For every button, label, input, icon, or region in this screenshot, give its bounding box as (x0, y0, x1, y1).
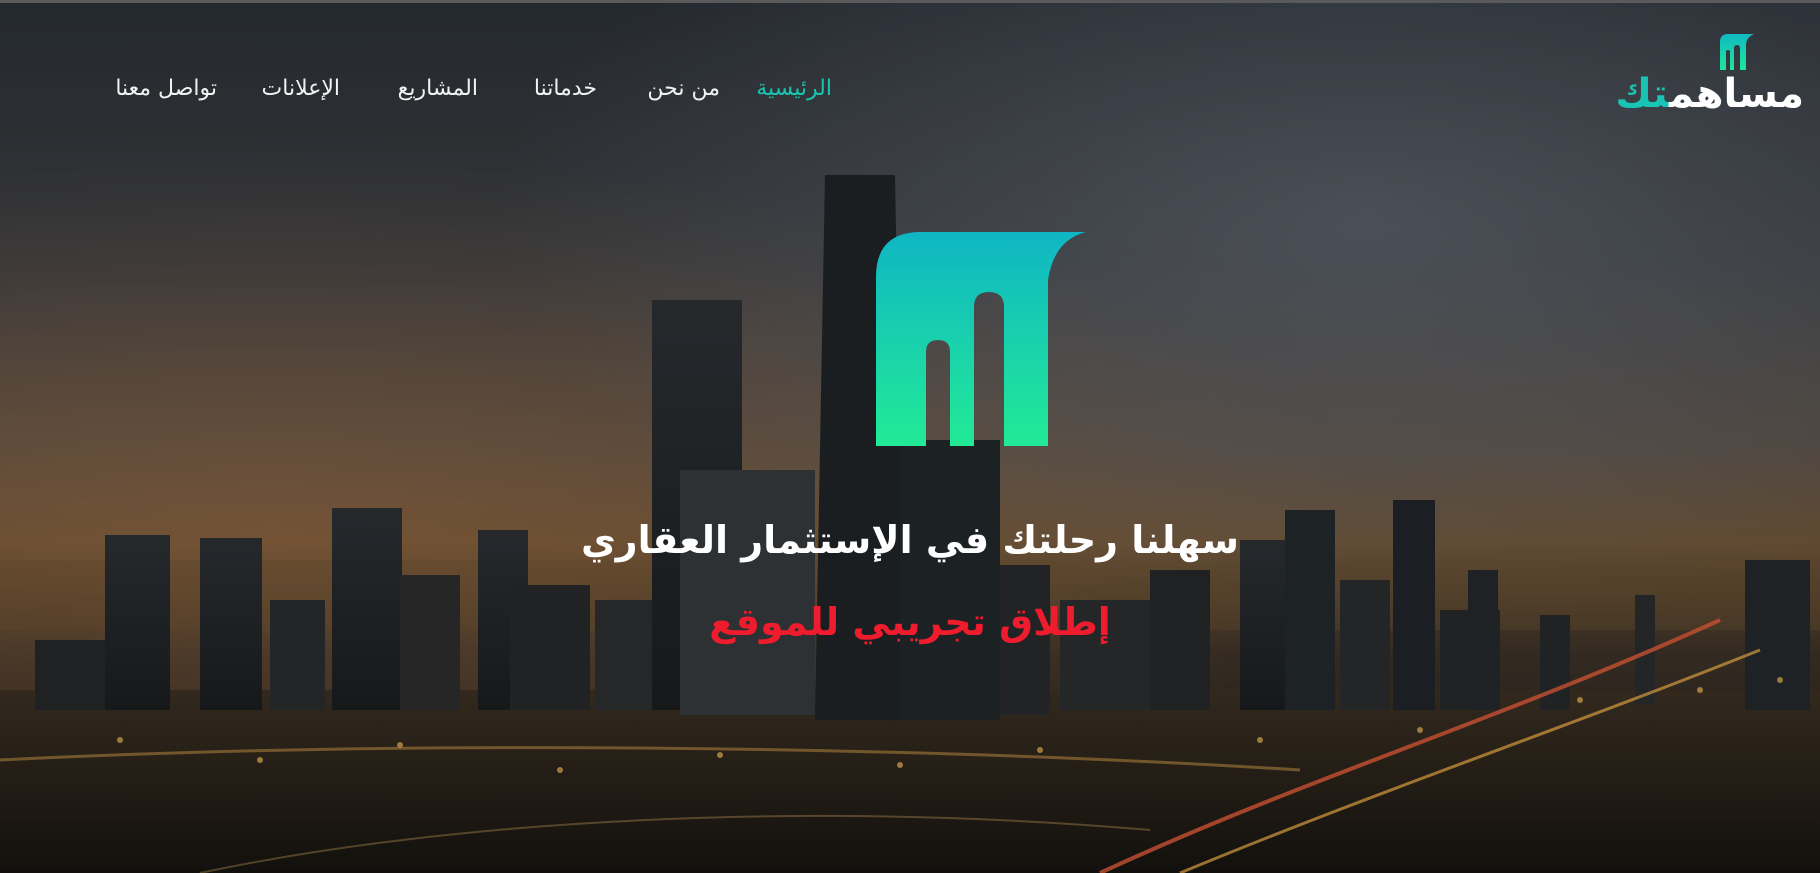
nav-item-ads[interactable]: الإعلانات (262, 72, 340, 106)
nav-item-projects[interactable]: المشاريع (398, 72, 478, 106)
brand-arch-icon (1720, 34, 1754, 70)
hero-subline: إطلاق تجريبي للموقع (709, 600, 1111, 644)
nav-item-about[interactable]: من نحن (647, 72, 720, 106)
main-nav: الرئيسية من نحن خدماتنا المشاريع الإعلان… (0, 72, 1820, 112)
nav-item-home[interactable]: الرئيسية (756, 72, 832, 106)
hero-headline: سهلنا رحلتك في الإستثمار العقاري (580, 518, 1240, 562)
nav-item-services[interactable]: خدماتنا (534, 72, 597, 106)
site-header: مساهمتك الرئيسية من نحن خدماتنا المشاريع… (0, 0, 1820, 160)
nav-item-contact[interactable]: تواصل معنا (115, 72, 217, 106)
arch-logo-icon (876, 232, 1086, 446)
